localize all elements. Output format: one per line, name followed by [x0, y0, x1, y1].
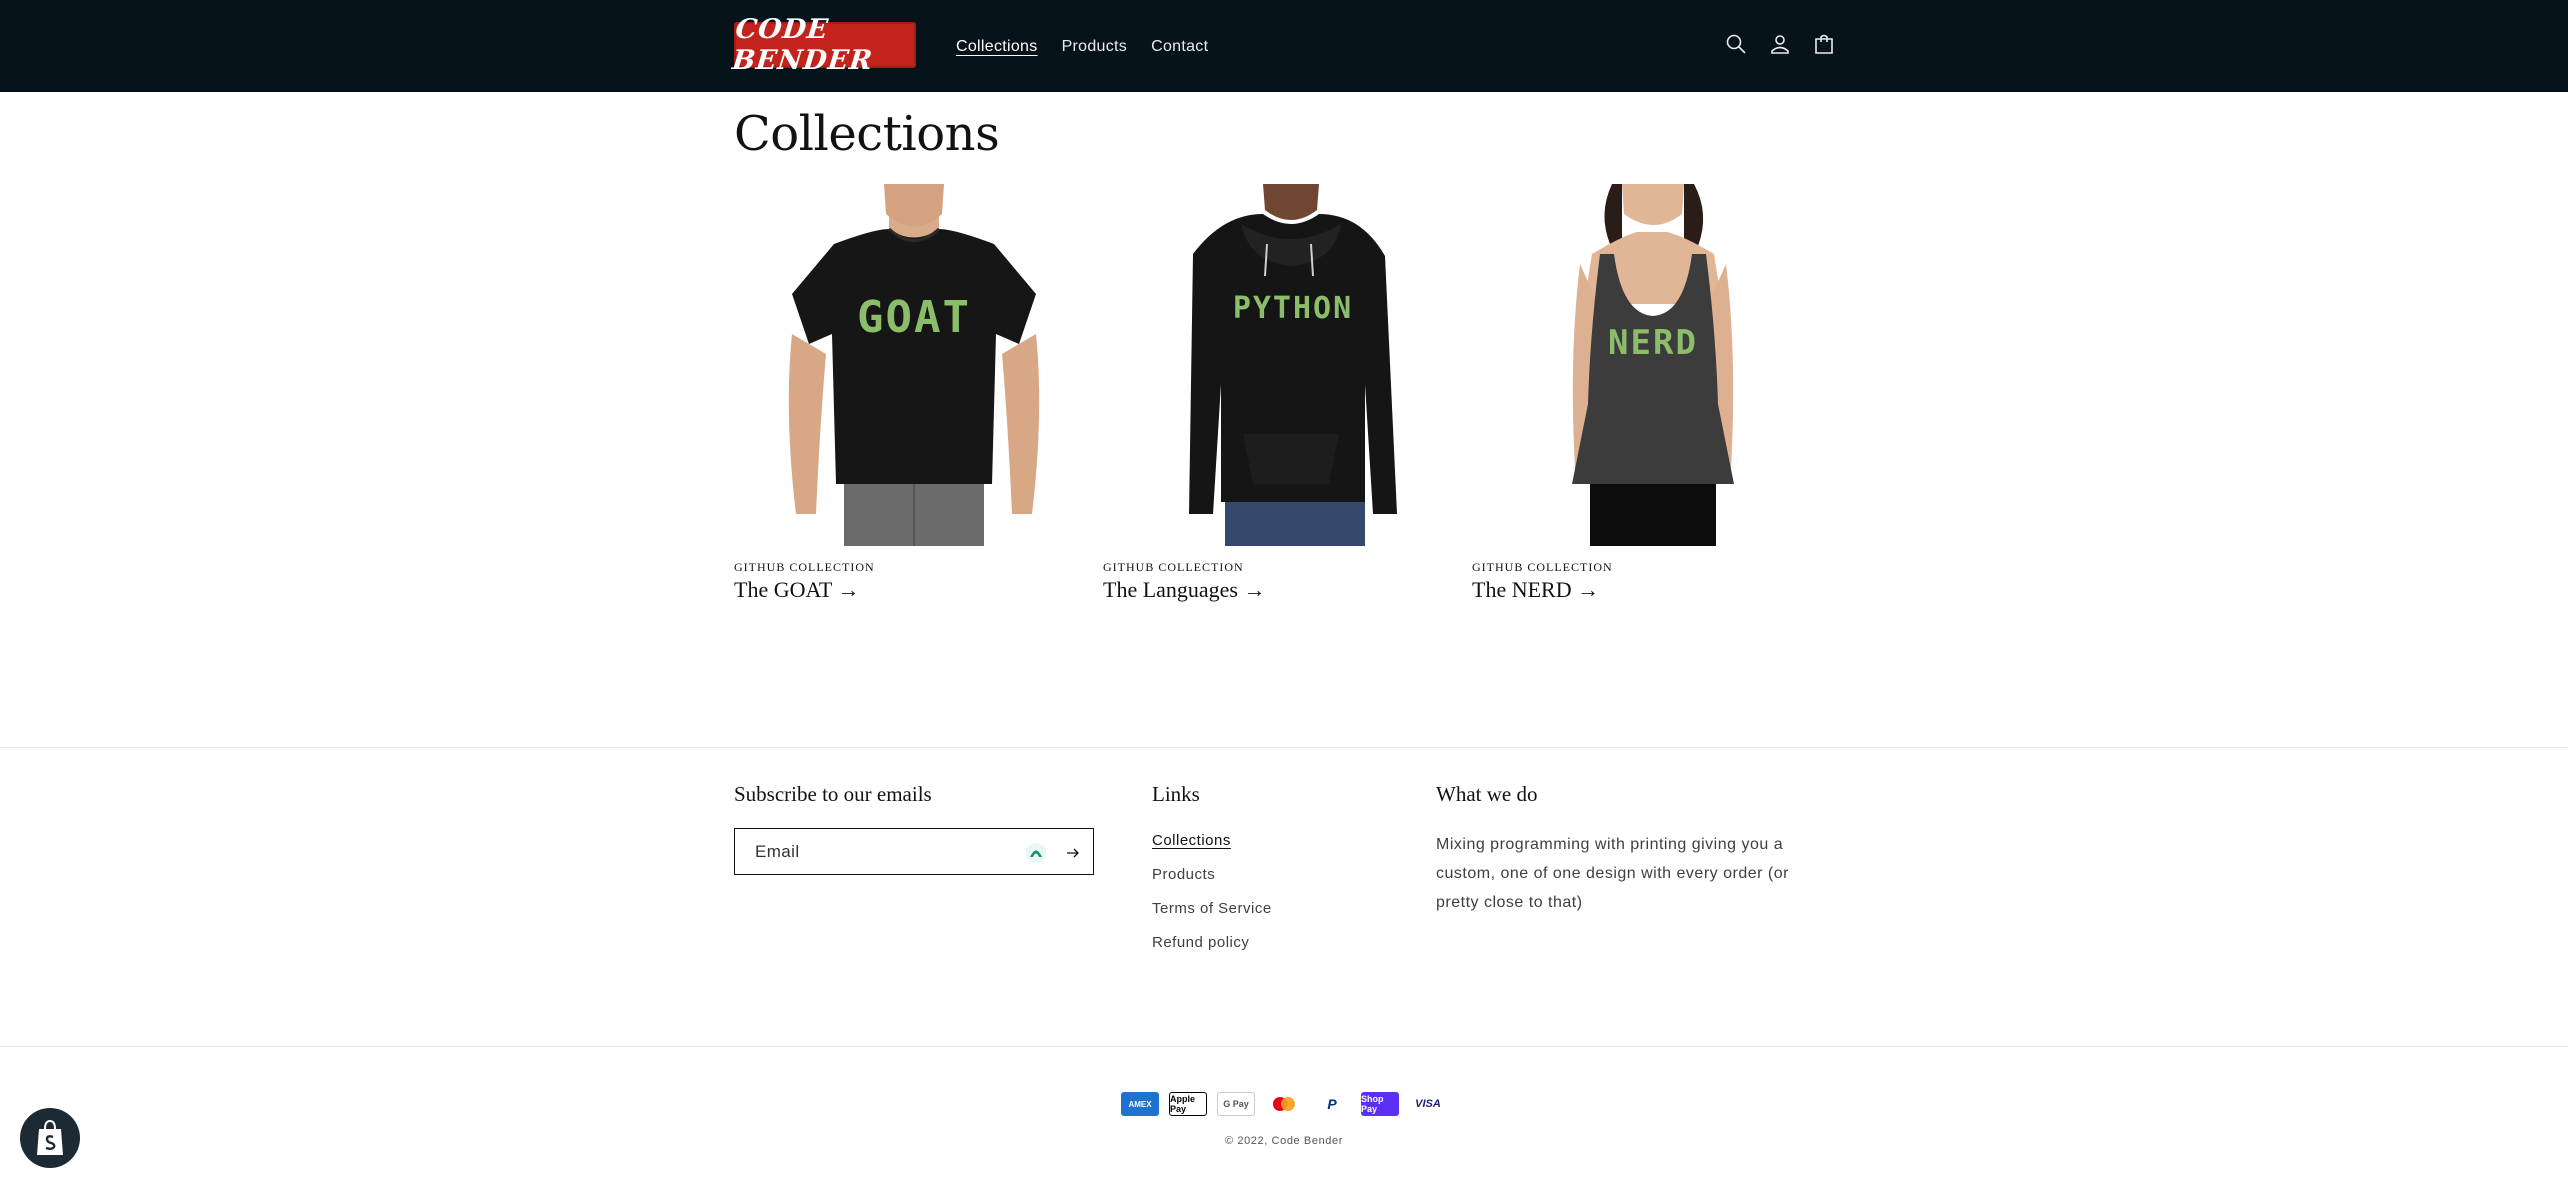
site-logo[interactable]: CODE BENDER [731, 14, 916, 76]
collection-card[interactable]: PYTHON GITHUB COLLECTION The Languages → [1103, 184, 1463, 603]
footer-divider [0, 1046, 2568, 1047]
logo-text: CODE BENDER [730, 14, 875, 76]
footer-link-collections[interactable]: Collections [1152, 832, 1272, 849]
account-icon[interactable] [1768, 32, 1792, 56]
payment-icons: AMEX Apple Pay G Pay P Shop Pay VISA [1121, 1092, 1447, 1116]
search-icon[interactable] [1724, 32, 1748, 56]
collection-image[interactable]: NERD [1472, 184, 1832, 546]
collection-card[interactable]: NERD GITHUB COLLECTION The NERD → [1472, 184, 1832, 603]
shopify-bag-icon [37, 1119, 63, 1155]
collection-label: GITHUB COLLECTION [1472, 560, 1613, 574]
nav-contact[interactable]: Contact [1151, 38, 1208, 56]
copyright: © 2022, Code Bender [1225, 1135, 1343, 1147]
shop-pay-login-icon[interactable] [1025, 842, 1047, 864]
email-field[interactable]: Email [734, 828, 1094, 875]
cart-icon[interactable] [1812, 32, 1836, 56]
visa-icon: VISA [1409, 1092, 1447, 1116]
collection-card[interactable]: GOAT GITHUB COLLECTION The GOAT → [734, 184, 1094, 603]
nav-products[interactable]: Products [1062, 38, 1128, 56]
apple-pay-icon: Apple Pay [1169, 1092, 1207, 1116]
footer-link-terms[interactable]: Terms of Service [1152, 900, 1272, 917]
main-nav: Collections Products Contact [956, 38, 1208, 56]
site-header: CODE BENDER Collections Products Contact [0, 0, 2568, 92]
garment-print: NERD [1608, 323, 1698, 363]
mastercard-icon [1265, 1092, 1303, 1116]
collection-title[interactable]: The NERD → [1472, 577, 1832, 603]
footer-link-products[interactable]: Products [1152, 866, 1272, 883]
about-text: Mixing programming with printing giving … [1436, 836, 1789, 911]
email-placeholder: Email [755, 841, 800, 861]
links-heading: Links [1152, 782, 1200, 806]
footer-links: Collections Products Terms of Service Re… [1152, 832, 1272, 951]
arrow-right-icon[interactable] [1065, 845, 1081, 861]
shopify-badge[interactable] [20, 1108, 80, 1168]
collection-image[interactable]: GOAT [734, 184, 1094, 546]
page-title: Collections [734, 106, 1000, 162]
google-pay-icon: G Pay [1217, 1092, 1255, 1116]
about-heading: What we do [1436, 782, 1538, 806]
subscribe-heading: Subscribe to our emails [734, 782, 932, 806]
garment-print: PYTHON [1233, 291, 1353, 326]
footer-link-refund[interactable]: Refund policy [1152, 934, 1272, 951]
collection-label: GITHUB COLLECTION [1103, 560, 1244, 574]
collection-image[interactable]: PYTHON [1103, 184, 1463, 546]
collection-label: GITHUB COLLECTION [734, 560, 875, 574]
footer-divider [0, 747, 2568, 748]
paypal-icon: P [1313, 1092, 1351, 1116]
amex-icon: AMEX [1121, 1092, 1159, 1116]
collection-title[interactable]: The GOAT → [734, 577, 1094, 603]
collection-title[interactable]: The Languages → [1103, 577, 1463, 603]
nav-collections[interactable]: Collections [956, 38, 1038, 56]
shop-pay-icon: Shop Pay [1361, 1092, 1399, 1116]
garment-print: GOAT [857, 292, 971, 343]
